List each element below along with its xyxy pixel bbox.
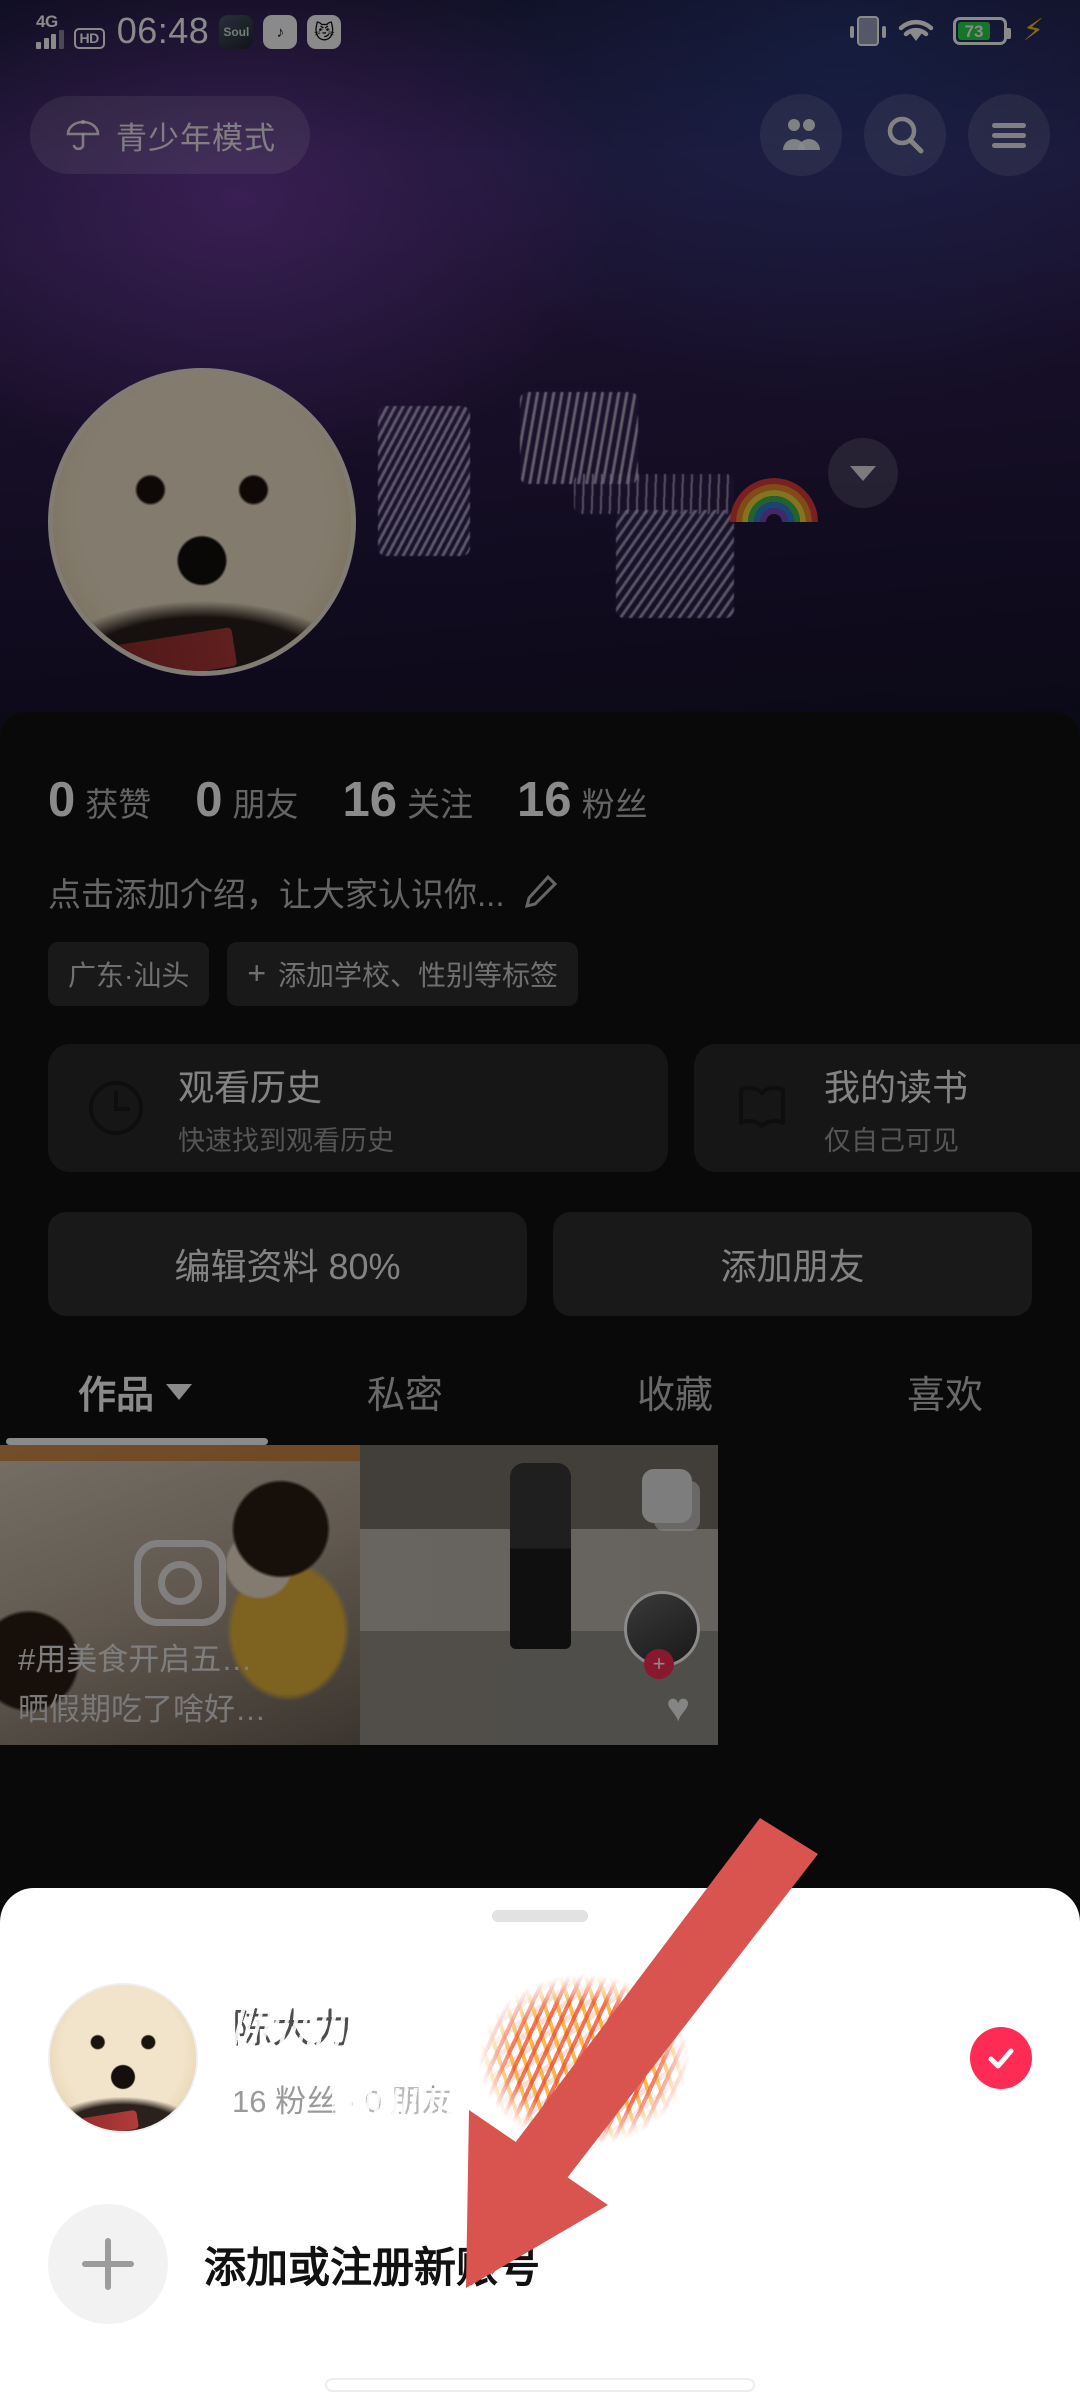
redacted-name-overlay bbox=[228, 1987, 460, 2052]
account-row[interactable]: 陈大力 16 粉丝 · 0 朋友 bbox=[0, 1953, 1080, 2166]
avatar bbox=[48, 1983, 198, 2133]
sheet-drag-handle[interactable] bbox=[492, 1910, 588, 1922]
redaction-scribble bbox=[456, 1953, 702, 2166]
account-avatar-photo bbox=[50, 1985, 196, 2131]
app-root: 4G HD 06:48 Soul ♪ 😼 73 ⚡ 青少年模式 0 获赞 0 朋… bbox=[0, 0, 1080, 2408]
account-text: 陈大力 16 粉丝 · 0 朋友 bbox=[228, 1953, 1032, 2166]
home-indicator bbox=[325, 2378, 755, 2392]
account-switcher-sheet: 陈大力 16 粉丝 · 0 朋友 添加或注册新账号 bbox=[0, 1888, 1080, 2408]
add-account-row[interactable]: 添加或注册新账号 bbox=[0, 2184, 1080, 2344]
status-badge bbox=[970, 2027, 1032, 2089]
add-account-label: 添加或注册新账号 bbox=[204, 2243, 541, 2291]
check-icon bbox=[988, 2048, 1014, 2069]
plus-icon[interactable] bbox=[48, 2204, 168, 2324]
plus-glyph bbox=[82, 2238, 134, 2290]
